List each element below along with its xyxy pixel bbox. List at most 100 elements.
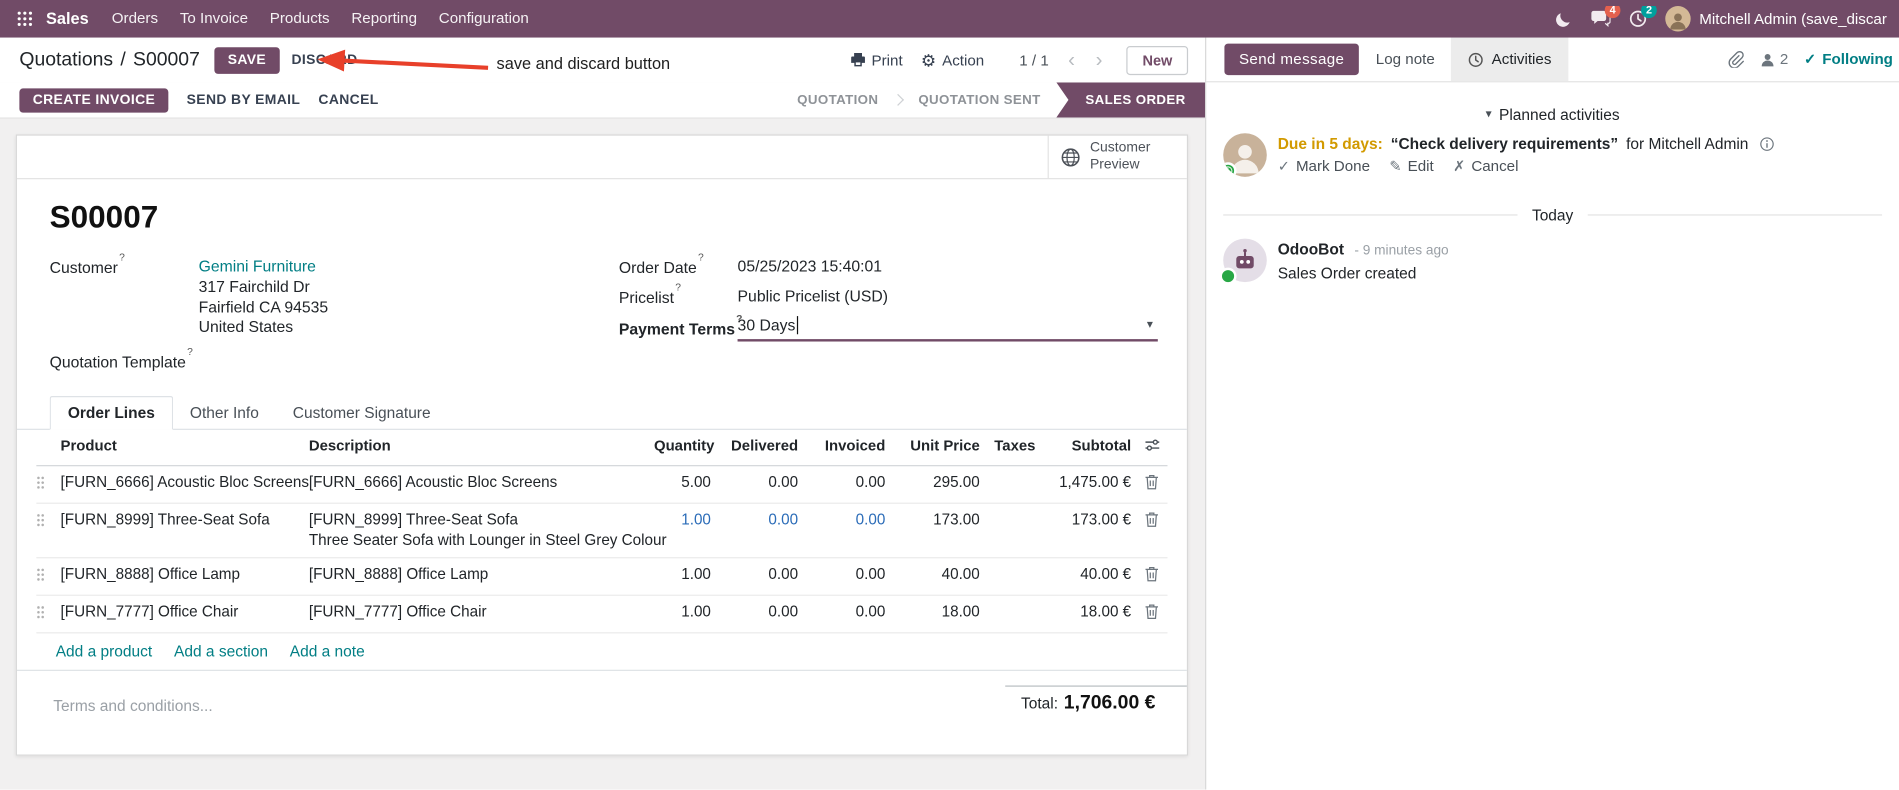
menu-configuration[interactable]: Configuration	[428, 0, 540, 38]
add-product-link[interactable]: Add a product	[56, 642, 153, 660]
planned-activities-label: Planned activities	[1498, 105, 1620, 124]
optional-columns-button[interactable]	[1136, 430, 1167, 465]
pricelist-value[interactable]: Public Pricelist (USD)	[738, 287, 888, 305]
menu-to-invoice[interactable]: To Invoice	[169, 0, 259, 38]
drag-handle-icon[interactable]	[36, 596, 55, 632]
dark-mode-moon-icon[interactable]	[1555, 10, 1572, 27]
cell-invoiced[interactable]: 0.00	[803, 504, 890, 537]
activities-clock-icon[interactable]: 2	[1629, 6, 1657, 28]
cell-quantity[interactable]: 1.00	[649, 504, 716, 537]
chatter-body: ▾ Planned activities Due in 5 days: “Che…	[1206, 82, 1899, 285]
cancel-activity-button[interactable]: ✗ Cancel	[1453, 157, 1518, 174]
cell-invoiced[interactable]: 0.00	[803, 596, 890, 629]
cell-quantity[interactable]: 1.00	[649, 558, 716, 591]
save-button[interactable]: SAVE	[214, 46, 280, 74]
cell-unit-price[interactable]: 173.00	[890, 504, 984, 537]
menu-reporting[interactable]: Reporting	[340, 0, 427, 38]
drag-handle-icon[interactable]	[36, 504, 55, 540]
menu-orders[interactable]: Orders	[101, 0, 169, 38]
planned-activities-header[interactable]: ▾ Planned activities	[1206, 105, 1899, 123]
send-by-email-button[interactable]: SEND BY EMAIL	[187, 93, 301, 108]
terms-and-conditions-placeholder[interactable]: Terms and conditions...	[53, 685, 212, 714]
user-avatar	[1665, 6, 1691, 32]
payment-terms-input[interactable]: 30 Days ▾	[737, 310, 1158, 342]
payment-terms-dropdown-icon[interactable]: ▾	[1147, 318, 1158, 331]
user-menu[interactable]: Mitchell Admin (save_discar	[1665, 6, 1887, 32]
tab-customer-signature[interactable]: Customer Signature	[276, 397, 448, 428]
pager-next-icon[interactable]: ›	[1094, 50, 1103, 71]
action-button[interactable]: ⚙ Action	[921, 51, 984, 68]
cell-taxes[interactable]	[985, 466, 1043, 478]
followers-button[interactable]: 2	[1759, 51, 1788, 68]
cell-invoiced[interactable]: 0.00	[803, 558, 890, 591]
cell-description[interactable]: [FURN_8999] Three-Seat Sofa Three Seater…	[304, 504, 667, 557]
cell-description[interactable]: [FURN_8888] Office Lamp	[304, 558, 649, 591]
mark-done-button[interactable]: ✓ Mark Done	[1278, 157, 1370, 174]
cell-taxes[interactable]	[985, 596, 1043, 608]
stage-sales-order[interactable]: SALES ORDER	[1056, 82, 1206, 118]
cell-delivered[interactable]: 0.00	[716, 504, 803, 537]
edit-activity-button[interactable]: ✎ Edit	[1389, 157, 1433, 174]
activity-actions: ✓ Mark Done ✎ Edit ✗ Cancel	[1278, 157, 1775, 174]
new-button[interactable]: New	[1126, 45, 1189, 75]
customer-name-link[interactable]: Gemini Furniture	[199, 257, 316, 275]
log-note-button[interactable]: Log note	[1376, 51, 1435, 68]
add-section-link[interactable]: Add a section	[174, 642, 268, 660]
cell-product[interactable]: [FURN_7777] Office Chair	[56, 596, 304, 629]
chatter-panel: Send message Log note Activities 2 ✓ Fol…	[1205, 37, 1899, 790]
gear-icon: ⚙	[920, 50, 937, 70]
cell-product[interactable]: [FURN_6666] Acoustic Bloc Screens	[56, 466, 309, 499]
order-date-value[interactable]: 05/25/2023 15:40:01	[738, 257, 882, 275]
create-invoice-button[interactable]: CREATE INVOICE	[19, 87, 169, 113]
trash-icon	[1144, 603, 1159, 620]
cell-delivered[interactable]: 0.00	[716, 466, 803, 499]
messages-icon[interactable]: 4	[1590, 6, 1621, 28]
info-icon[interactable]	[1760, 137, 1775, 152]
cell-delivered[interactable]: 0.00	[716, 558, 803, 591]
header-subtotal: Subtotal	[1071, 437, 1132, 455]
send-message-button[interactable]: Send message	[1224, 43, 1359, 76]
cell-description[interactable]: [FURN_6666] Acoustic Bloc Screens	[304, 466, 649, 499]
stage-quotation[interactable]: QUOTATION	[781, 93, 894, 108]
cell-description[interactable]: [FURN_7777] Office Chair	[304, 596, 649, 629]
cell-product[interactable]: [FURN_8999] Three-Seat Sofa	[56, 504, 304, 537]
menu-products[interactable]: Products	[259, 0, 341, 38]
print-button[interactable]: Print	[850, 51, 903, 68]
pager-previous-icon[interactable]: ‹	[1067, 50, 1076, 71]
cell-unit-price[interactable]: 18.00	[890, 596, 984, 629]
delete-row-button[interactable]	[1136, 558, 1167, 594]
tab-other-info[interactable]: Other Info	[173, 397, 276, 428]
tab-order-lines[interactable]: Order Lines	[49, 396, 173, 430]
apps-menu-button[interactable]	[10, 0, 40, 38]
breadcrumb-quotations[interactable]: Quotations	[19, 49, 113, 71]
delete-row-button[interactable]	[1136, 596, 1167, 632]
cell-quantity[interactable]: 5.00	[649, 466, 716, 499]
stage-quotation-sent[interactable]: QUOTATION SENT	[903, 93, 1057, 108]
cancel-button[interactable]: CANCEL	[318, 93, 378, 108]
cell-unit-price[interactable]: 295.00	[890, 466, 984, 499]
cell-quantity[interactable]: 1.00	[649, 596, 716, 629]
pencil-icon: ✎	[1389, 157, 1402, 175]
customer-value[interactable]: Gemini Furniture 317 Fairchild Dr Fairfi…	[199, 256, 329, 338]
drag-handle-icon[interactable]	[36, 558, 55, 594]
delete-row-button[interactable]	[1136, 504, 1167, 540]
print-label: Print	[871, 51, 903, 69]
following-label: Following	[1822, 50, 1893, 68]
drag-handle-icon[interactable]	[36, 466, 55, 502]
cell-invoiced[interactable]: 0.00	[803, 466, 890, 499]
cell-taxes[interactable]	[985, 558, 1043, 570]
discard-button[interactable]: DISCARD	[291, 53, 357, 68]
app-name[interactable]: Sales	[46, 10, 89, 28]
customer-preview-button[interactable]: Customer Preview	[1047, 135, 1173, 179]
cell-taxes[interactable]	[985, 504, 1043, 516]
message-author[interactable]: OdooBot	[1278, 240, 1344, 258]
add-note-link[interactable]: Add a note	[290, 642, 365, 660]
attachments-button[interactable]	[1727, 51, 1744, 68]
cell-delivered[interactable]: 0.00	[716, 596, 803, 629]
cell-unit-price[interactable]: 40.00	[890, 558, 984, 591]
activities-tab-label: Activities	[1491, 50, 1552, 68]
following-button[interactable]: ✓ Following	[1804, 51, 1893, 68]
cell-product[interactable]: [FURN_8888] Office Lamp	[56, 558, 304, 591]
activities-tab[interactable]: Activities	[1450, 37, 1569, 82]
delete-row-button[interactable]	[1136, 466, 1167, 502]
